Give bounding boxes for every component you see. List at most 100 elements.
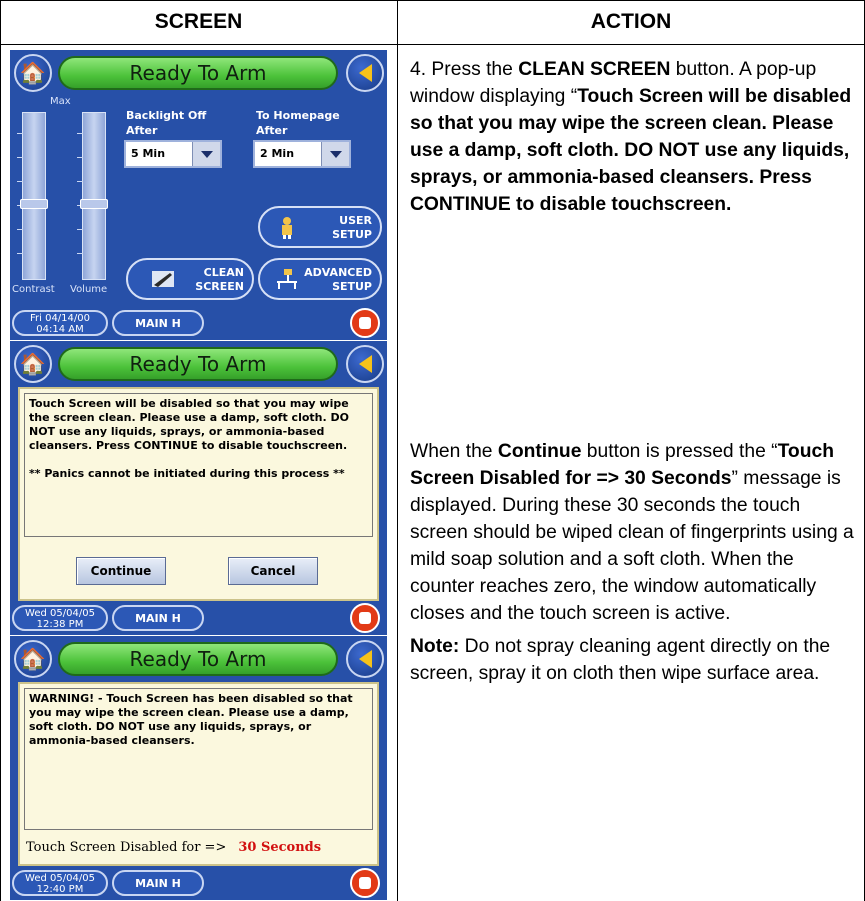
header-divider: [0, 44, 865, 45]
continue-term: Continue: [497, 441, 582, 462]
screen-panel-settings: 🏠 Ready To Arm Max Contrast Volume Backl…: [10, 50, 387, 340]
user-icon: [282, 217, 292, 239]
dialog-message-box: Touch Screen will be disabled so that yo…: [24, 393, 373, 537]
backlight-label-line1: Backlight Off: [126, 109, 207, 122]
screen-panel-disabled: 🏠 Ready To Arm WARNING! - Touch Screen h…: [10, 636, 387, 900]
bottom-bar: Wed 05/04/05 12:38 PM MAIN H: [10, 603, 387, 633]
clean-screen-line2: SCREEN: [195, 280, 244, 293]
note-label: Note:: [410, 636, 460, 657]
action-column-header: ACTION: [590, 10, 672, 33]
column-divider: [397, 0, 398, 901]
main-button[interactable]: MAIN H: [112, 310, 204, 336]
stop-icon: [359, 317, 371, 329]
screen-column-header: SCREEN: [154, 10, 243, 33]
advanced-setup-line1: ADVANCED: [304, 266, 372, 279]
time-line: 12:38 PM: [36, 619, 84, 630]
dialog-message: Touch Screen will be disabled so that yo…: [29, 397, 349, 452]
status-title: Ready To Arm: [58, 347, 338, 381]
countdown-seconds: 30 Seconds: [238, 840, 322, 855]
panic-button[interactable]: [350, 603, 380, 633]
note-text: Do not spray cleaning agent directly on …: [410, 636, 831, 684]
backlight-value: 5 Min: [131, 147, 166, 160]
back-button[interactable]: [346, 640, 384, 678]
date-line: Wed 05/04/05: [25, 608, 95, 619]
date-line: Wed 05/04/05: [25, 873, 95, 884]
max-label: Max: [50, 96, 71, 107]
top-bar: 🏠 Ready To Arm: [10, 640, 387, 678]
table-border-left: [0, 0, 1, 901]
status-title: Ready To Arm: [58, 642, 338, 676]
panic-note: ** Panics cannot be initiated during thi…: [29, 467, 345, 480]
backlight-dropdown[interactable]: 5 Min: [124, 140, 222, 168]
volume-slider[interactable]: [77, 112, 108, 280]
clean-screen-button[interactable]: CLEAN SCREEN: [126, 258, 254, 300]
disabled-countdown: Touch Screen Disabled for => 30 Seconds: [26, 840, 321, 855]
bottom-bar: Fri 04/14/00 04:14 AM MAIN H: [10, 308, 387, 338]
advanced-setup-button[interactable]: ADVANCED SETUP: [258, 258, 382, 300]
date-time-button[interactable]: Wed 05/04/05 12:40 PM: [12, 870, 108, 896]
date-time-button[interactable]: Wed 05/04/05 12:38 PM: [12, 605, 108, 631]
screen-panel-confirm: 🏠 Ready To Arm Touch Screen will be disa…: [10, 341, 387, 635]
warning-message-box: WARNING! - Touch Screen has been disable…: [24, 688, 373, 830]
back-arrow-icon: [358, 650, 372, 668]
homepage-label-line2: After: [256, 124, 288, 137]
continue-button[interactable]: Continue: [76, 557, 166, 585]
homepage-dropdown-button[interactable]: [321, 142, 349, 166]
back-arrow-icon: [358, 64, 372, 82]
clean-screen-line1: CLEAN: [203, 266, 244, 279]
clean-screen-dialog: Touch Screen will be disabled so that yo…: [18, 387, 379, 601]
contrast-slider-knob[interactable]: [20, 199, 48, 209]
user-setup-button[interactable]: USER SETUP: [258, 206, 382, 248]
homepage-dropdown[interactable]: 2 Min: [253, 140, 351, 168]
disabled-label: Touch Screen Disabled for =>: [26, 840, 227, 855]
to-homepage-label: To Homepage After: [256, 108, 340, 138]
cancel-button[interactable]: Cancel: [228, 557, 318, 585]
top-bar: 🏠 Ready To Arm: [10, 54, 387, 92]
backlight-label-line2: After: [126, 124, 158, 137]
stop-icon: [359, 877, 371, 889]
contrast-slider[interactable]: [17, 112, 48, 280]
user-setup-line2: SETUP: [332, 228, 372, 241]
main-button[interactable]: MAIN H: [112, 605, 204, 631]
contrast-label: Contrast: [12, 284, 55, 295]
network-icon: [277, 269, 297, 289]
panic-button[interactable]: [350, 868, 380, 898]
main-button[interactable]: MAIN H: [112, 870, 204, 896]
panic-button[interactable]: [350, 308, 380, 338]
home-button[interactable]: 🏠: [14, 640, 52, 678]
user-setup-line1: USER: [339, 214, 372, 227]
chevron-down-icon: [329, 150, 342, 158]
back-button[interactable]: [346, 54, 384, 92]
backlight-dropdown-button[interactable]: [192, 142, 220, 166]
status-title: Ready To Arm: [58, 56, 338, 90]
continue-text-a: When the: [410, 441, 498, 462]
volume-label: Volume: [70, 284, 108, 295]
volume-slider-knob[interactable]: [80, 199, 108, 209]
home-button[interactable]: 🏠: [14, 54, 52, 92]
date-time-button[interactable]: Fri 04/14/00 04:14 AM: [12, 310, 108, 336]
clean-screen-term: CLEAN SCREEN: [518, 59, 671, 80]
stop-icon: [359, 612, 371, 624]
house-icon: 🏠: [19, 60, 47, 85]
homepage-value: 2 Min: [260, 147, 295, 160]
backlight-off-label: Backlight Off After: [126, 108, 206, 138]
bottom-bar: Wed 05/04/05 12:40 PM MAIN H: [10, 868, 387, 898]
action-step-4: 4. Press the CLEAN SCREEN button. A pop-…: [410, 56, 855, 224]
continue-text-e: ” message is displayed. During these 30 …: [410, 468, 854, 624]
disabled-dialog: WARNING! - Touch Screen has been disable…: [18, 682, 379, 866]
warning-message: WARNING! - Touch Screen has been disable…: [29, 692, 353, 747]
step4-text-a: 4. Press the: [410, 59, 519, 80]
house-icon: 🏠: [19, 351, 47, 376]
date-line: Fri 04/14/00: [29, 313, 90, 324]
continue-text-c: button is pressed the “: [581, 441, 778, 462]
time-line: 12:40 PM: [36, 884, 84, 895]
time-line: 04:14 AM: [36, 324, 84, 335]
chevron-down-icon: [200, 150, 213, 158]
house-icon: 🏠: [19, 646, 47, 671]
back-arrow-icon: [358, 355, 372, 373]
top-bar: 🏠 Ready To Arm: [10, 345, 387, 383]
home-button[interactable]: 🏠: [14, 345, 52, 383]
homepage-label-line1: To Homepage: [256, 109, 340, 122]
back-button[interactable]: [346, 345, 384, 383]
brush-icon: [152, 271, 174, 287]
